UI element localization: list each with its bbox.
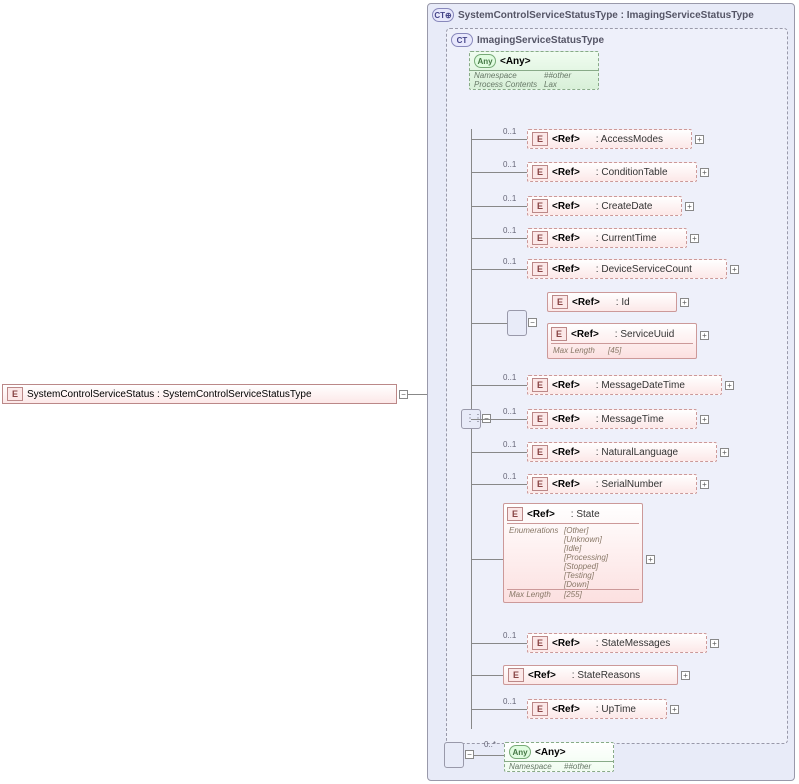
outer-type-label: SystemControlServiceStatusType : Imaging… [458, 10, 754, 21]
connector-line [471, 643, 527, 644]
any-bottom-label: <Any> [535, 747, 566, 758]
element-badge: E [532, 165, 548, 179]
expand-icon[interactable]: + [700, 168, 709, 177]
element-badge: E [532, 412, 548, 426]
ref-state[interactable]: E<Ref>: State Enumerations[Other] [Unkno… [503, 503, 643, 603]
element-badge: E [551, 327, 567, 341]
ref-conditiontable[interactable]: E<Ref>: ConditionTable [527, 162, 697, 182]
expand-icon[interactable]: + [685, 202, 694, 211]
any-badge: Any [474, 54, 496, 68]
ref-serialnumber[interactable]: E<Ref>: SerialNumber [527, 474, 697, 494]
connector-line [471, 559, 503, 560]
connector-line [471, 419, 527, 420]
ref-serviceuuid[interactable]: E<Ref>: ServiceUuid Max Length[45] [547, 323, 697, 359]
connector-line [471, 675, 503, 676]
expand-icon[interactable]: − [528, 318, 537, 327]
expand-icon[interactable]: + [720, 448, 729, 457]
any-top-box: Any <Any> Namespace##other Process Conte… [469, 51, 599, 90]
connector-line [471, 238, 527, 239]
element-badge: E [532, 378, 548, 392]
ref-deviceservicecount[interactable]: E<Ref>: DeviceServiceCount [527, 259, 727, 279]
ref-createdate[interactable]: E<Ref>: CreateDate [527, 196, 682, 216]
outer-type-header: CT⊕ SystemControlServiceStatusType : Ima… [432, 8, 790, 22]
ref-statereasons[interactable]: E<Ref>: StateReasons [503, 665, 678, 685]
connector-line [471, 206, 527, 207]
inner-type-label: ImagingServiceStatusType [477, 35, 604, 46]
connector-line [471, 139, 527, 140]
expand-icon[interactable]: + [700, 331, 709, 340]
connector-line [471, 323, 507, 324]
outer-type-box: CT⊕ SystemControlServiceStatusType : Ima… [427, 3, 795, 781]
ref-uptime[interactable]: E<Ref>: UpTime [527, 699, 667, 719]
expand-icon[interactable]: + [680, 298, 689, 307]
expand-icon[interactable]: + [700, 415, 709, 424]
element-badge: E [507, 507, 523, 521]
expand-icon[interactable]: + [725, 381, 734, 390]
expand-icon[interactable]: + [690, 234, 699, 243]
element-badge: E [532, 445, 548, 459]
ref-messagetime[interactable]: E<Ref>: MessageTime [527, 409, 697, 429]
connector-line [471, 172, 527, 173]
inner-type-box: CT ImagingServiceStatusType Any <Any> Na… [446, 28, 788, 744]
connector-line [474, 755, 504, 756]
root-element[interactable]: E SystemControlServiceStatus : SystemCon… [2, 384, 397, 404]
expand-icon[interactable]: − [399, 390, 408, 399]
root-label: SystemControlServiceStatus : SystemContr… [27, 389, 312, 400]
element-badge: E [532, 199, 548, 213]
expand-icon[interactable]: + [695, 135, 704, 144]
expand-icon[interactable]: + [700, 480, 709, 489]
choice-indicator [507, 310, 527, 336]
inner-type-header: CT ImagingServiceStatusType [451, 33, 783, 47]
element-badge: E [532, 262, 548, 276]
expand-icon[interactable]: + [730, 265, 739, 274]
ref-naturallanguage[interactable]: E<Ref>: NaturalLanguage [527, 442, 717, 462]
element-badge: E [532, 132, 548, 146]
connector-line [471, 452, 527, 453]
any-badge: Any [509, 745, 531, 759]
complextype-badge: CT [451, 33, 473, 47]
complextype-badge: CT⊕ [432, 8, 454, 22]
element-badge: E [532, 636, 548, 650]
element-badge: E [508, 668, 524, 682]
connector-line [471, 429, 472, 729]
element-badge: E [532, 231, 548, 245]
connector-line [471, 269, 527, 270]
element-badge: E [532, 702, 548, 716]
ref-statemessages[interactable]: E<Ref>: StateMessages [527, 633, 707, 653]
element-badge: E [7, 387, 23, 401]
ref-accessmodes[interactable]: E<Ref>: AccessModes [527, 129, 692, 149]
expand-icon[interactable]: + [710, 639, 719, 648]
ref-id[interactable]: E<Ref>: Id [547, 292, 677, 312]
ref-currenttime[interactable]: E<Ref>: CurrentTime [527, 228, 687, 248]
expand-icon[interactable]: − [465, 750, 474, 759]
connector-line [471, 385, 527, 386]
connector-line [408, 394, 428, 395]
expand-icon[interactable]: + [681, 671, 690, 680]
expand-icon[interactable]: + [670, 705, 679, 714]
element-badge: E [552, 295, 568, 309]
ref-messagedatetime[interactable]: E<Ref>: MessageDateTime [527, 375, 722, 395]
connector-line [471, 709, 527, 710]
any-bottom-box: Any <Any> Namespace##other [504, 742, 614, 772]
sequence-indicator-bottom [444, 742, 464, 768]
connector-line [471, 484, 527, 485]
expand-icon[interactable]: + [646, 555, 655, 564]
any-label: <Any> [500, 56, 531, 67]
element-badge: E [532, 477, 548, 491]
